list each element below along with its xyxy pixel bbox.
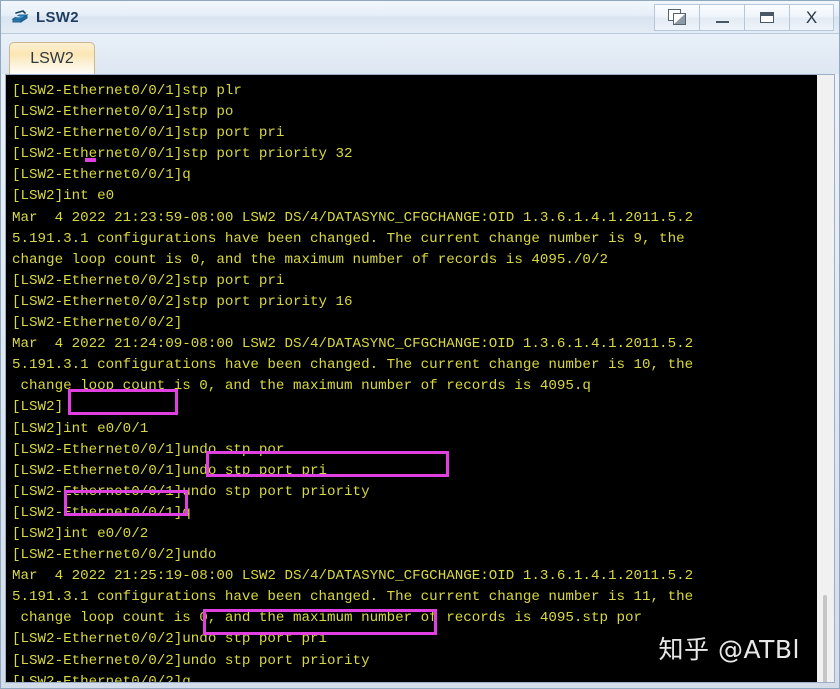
console-line: [LSW2]int e0/0/2 <box>12 525 149 542</box>
terminal-scrollbar[interactable] <box>816 75 834 682</box>
console-output-area[interactable]: [LSW2-Ethernet0/0/1]stp plr [LSW2-Etherne… <box>6 75 816 682</box>
switch-device-icon <box>10 7 30 27</box>
console-line: Mar 4 2022 21:23:59-08:00 LSW2 DS/4/DATA… <box>12 209 694 226</box>
console-line: [LSW2-Ethernet0/0/1]stp plr <box>12 83 242 99</box>
maximize-button[interactable] <box>744 4 789 31</box>
tab-label: LSW2 <box>30 50 74 67</box>
console-line: [LSW2-Ethernet0/0/1]stp po <box>12 104 234 121</box>
console-line: 5.191.3.1 configurations have been chang… <box>12 357 694 374</box>
close-button[interactable]: X <box>789 4 834 31</box>
console-line: [LSW2-Ethernet0/0/1]stp port pri <box>12 125 285 142</box>
minimize-icon <box>715 20 729 23</box>
console-line: [LSW2-Ethernet0/0/2]undo <box>12 547 217 564</box>
console-line: [LSW2-Ethernet0/0/1]undo stp port pri <box>12 462 328 479</box>
console-line: [LSW2]int e0 <box>12 188 115 205</box>
terminal-panel: [LSW2-Ethernet0/0/1]stp plr [LSW2-Etherne… <box>5 74 835 683</box>
console-line: [LSW2-Ethernet0/0/2]q <box>12 673 191 682</box>
console-line: Mar 4 2022 21:24:09-08:00 LSW2 DS/4/DATA… <box>12 336 694 353</box>
console-line: Mar 4 2022 21:25:19-08:00 LSW2 DS/4/DATA… <box>12 568 694 585</box>
console-line: [LSW2-Ethernet0/0/1]q <box>12 504 191 521</box>
tab-lsw2[interactable]: LSW2 <box>9 42 95 75</box>
close-icon: X <box>805 7 818 27</box>
console-line: [LSW2-Ethernet0/0/1]undo stp port priori… <box>12 483 370 500</box>
console-line: [LSW2-Ethernet0/0/1]undo stp por <box>12 441 285 458</box>
terminal-window: LSW2 X LSW2 [LSW2-Ethernet0/0/1]stp plr … <box>0 0 840 689</box>
console-line: [LSW2-Ethernet0/0/2]stp port priority 16 <box>12 293 353 310</box>
console-text: [LSW2-Ethernet0/0/1]stp plr [LSW2-Etherne… <box>12 81 816 682</box>
console-line: [LSW2] <box>12 399 64 416</box>
console-line: 5.191.3.1 configurations have been chang… <box>12 589 694 606</box>
console-line: change loop count is 0, and the maximum … <box>12 251 608 268</box>
restore-windows-button[interactable] <box>654 4 699 31</box>
console-line: [LSW2-Ethernet0/0/1]stp port priority 32 <box>12 146 353 163</box>
maximize-icon <box>760 12 774 23</box>
console-line: change loop count is 0, and the maximum … <box>12 610 643 627</box>
watermark: 知乎 @ATBl <box>658 635 800 664</box>
console-line: 5.191.3.1 configurations have been chang… <box>12 230 685 247</box>
tab-strip: LSW2 <box>1 34 839 75</box>
console-line: change loop count is 0, and the maximum … <box>12 378 591 395</box>
console-line: [LSW2-Ethernet0/0/2]stp port pri <box>12 272 285 289</box>
window-title: LSW2 <box>36 8 79 26</box>
console-line: [LSW2-Ethernet0/0/1]q <box>12 167 191 184</box>
scrollbar-thumb[interactable] <box>823 595 827 682</box>
minimize-button[interactable] <box>699 4 744 31</box>
title-bar: LSW2 X <box>1 1 839 34</box>
window-controls: X <box>654 4 834 31</box>
console-line: [LSW2-Ethernet0/0/2] <box>12 315 183 332</box>
console-line: [LSW2]int e0/0/1 <box>12 420 149 437</box>
